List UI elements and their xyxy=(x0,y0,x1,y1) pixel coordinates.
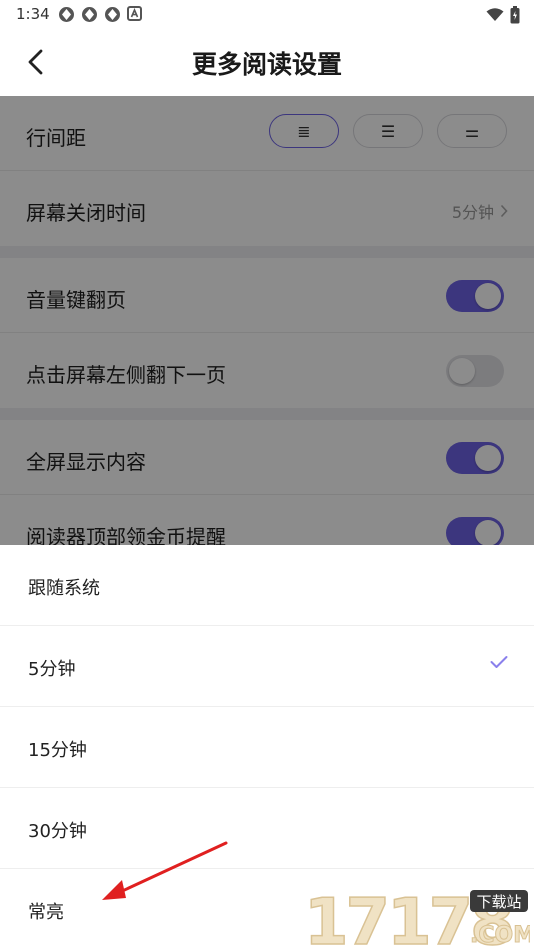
picker-option-label: 常亮 xyxy=(28,902,64,923)
app-notification-icon xyxy=(59,7,74,22)
a-letter-icon xyxy=(127,6,142,21)
status-bar: 1:34 xyxy=(0,0,534,28)
picker-option-label: 30分钟 xyxy=(28,821,87,842)
watermark-domain: .COM xyxy=(470,923,530,948)
app-header: 更多阅读设置 xyxy=(0,28,534,96)
wifi-icon xyxy=(486,8,504,21)
battery-icon xyxy=(510,6,520,24)
site-watermark-logo: 17178 下载站 .COM xyxy=(304,886,530,948)
page-title: 更多阅读设置 xyxy=(191,50,342,79)
check-icon xyxy=(490,656,508,668)
picker-option-15min[interactable]: 15分钟 xyxy=(0,707,534,788)
picker-option-30min[interactable]: 30分钟 xyxy=(0,788,534,869)
watermark-badge: 下载站 xyxy=(476,893,521,911)
modal-overlay[interactable] xyxy=(0,96,534,545)
status-time: 1:34 xyxy=(16,5,50,23)
picker-option-label: 跟随系统 xyxy=(28,578,100,599)
system-icons xyxy=(486,6,520,24)
picker-option-label: 15分钟 xyxy=(28,740,87,761)
picker-option-follow-system[interactable]: 跟随系统 xyxy=(0,545,534,626)
notification-icons xyxy=(58,6,142,22)
app-notification-icon xyxy=(105,7,120,22)
app-notification-icon xyxy=(82,7,97,22)
picker-option-label: 5分钟 xyxy=(28,659,76,680)
picker-option-5min[interactable]: 5分钟 xyxy=(0,626,534,707)
